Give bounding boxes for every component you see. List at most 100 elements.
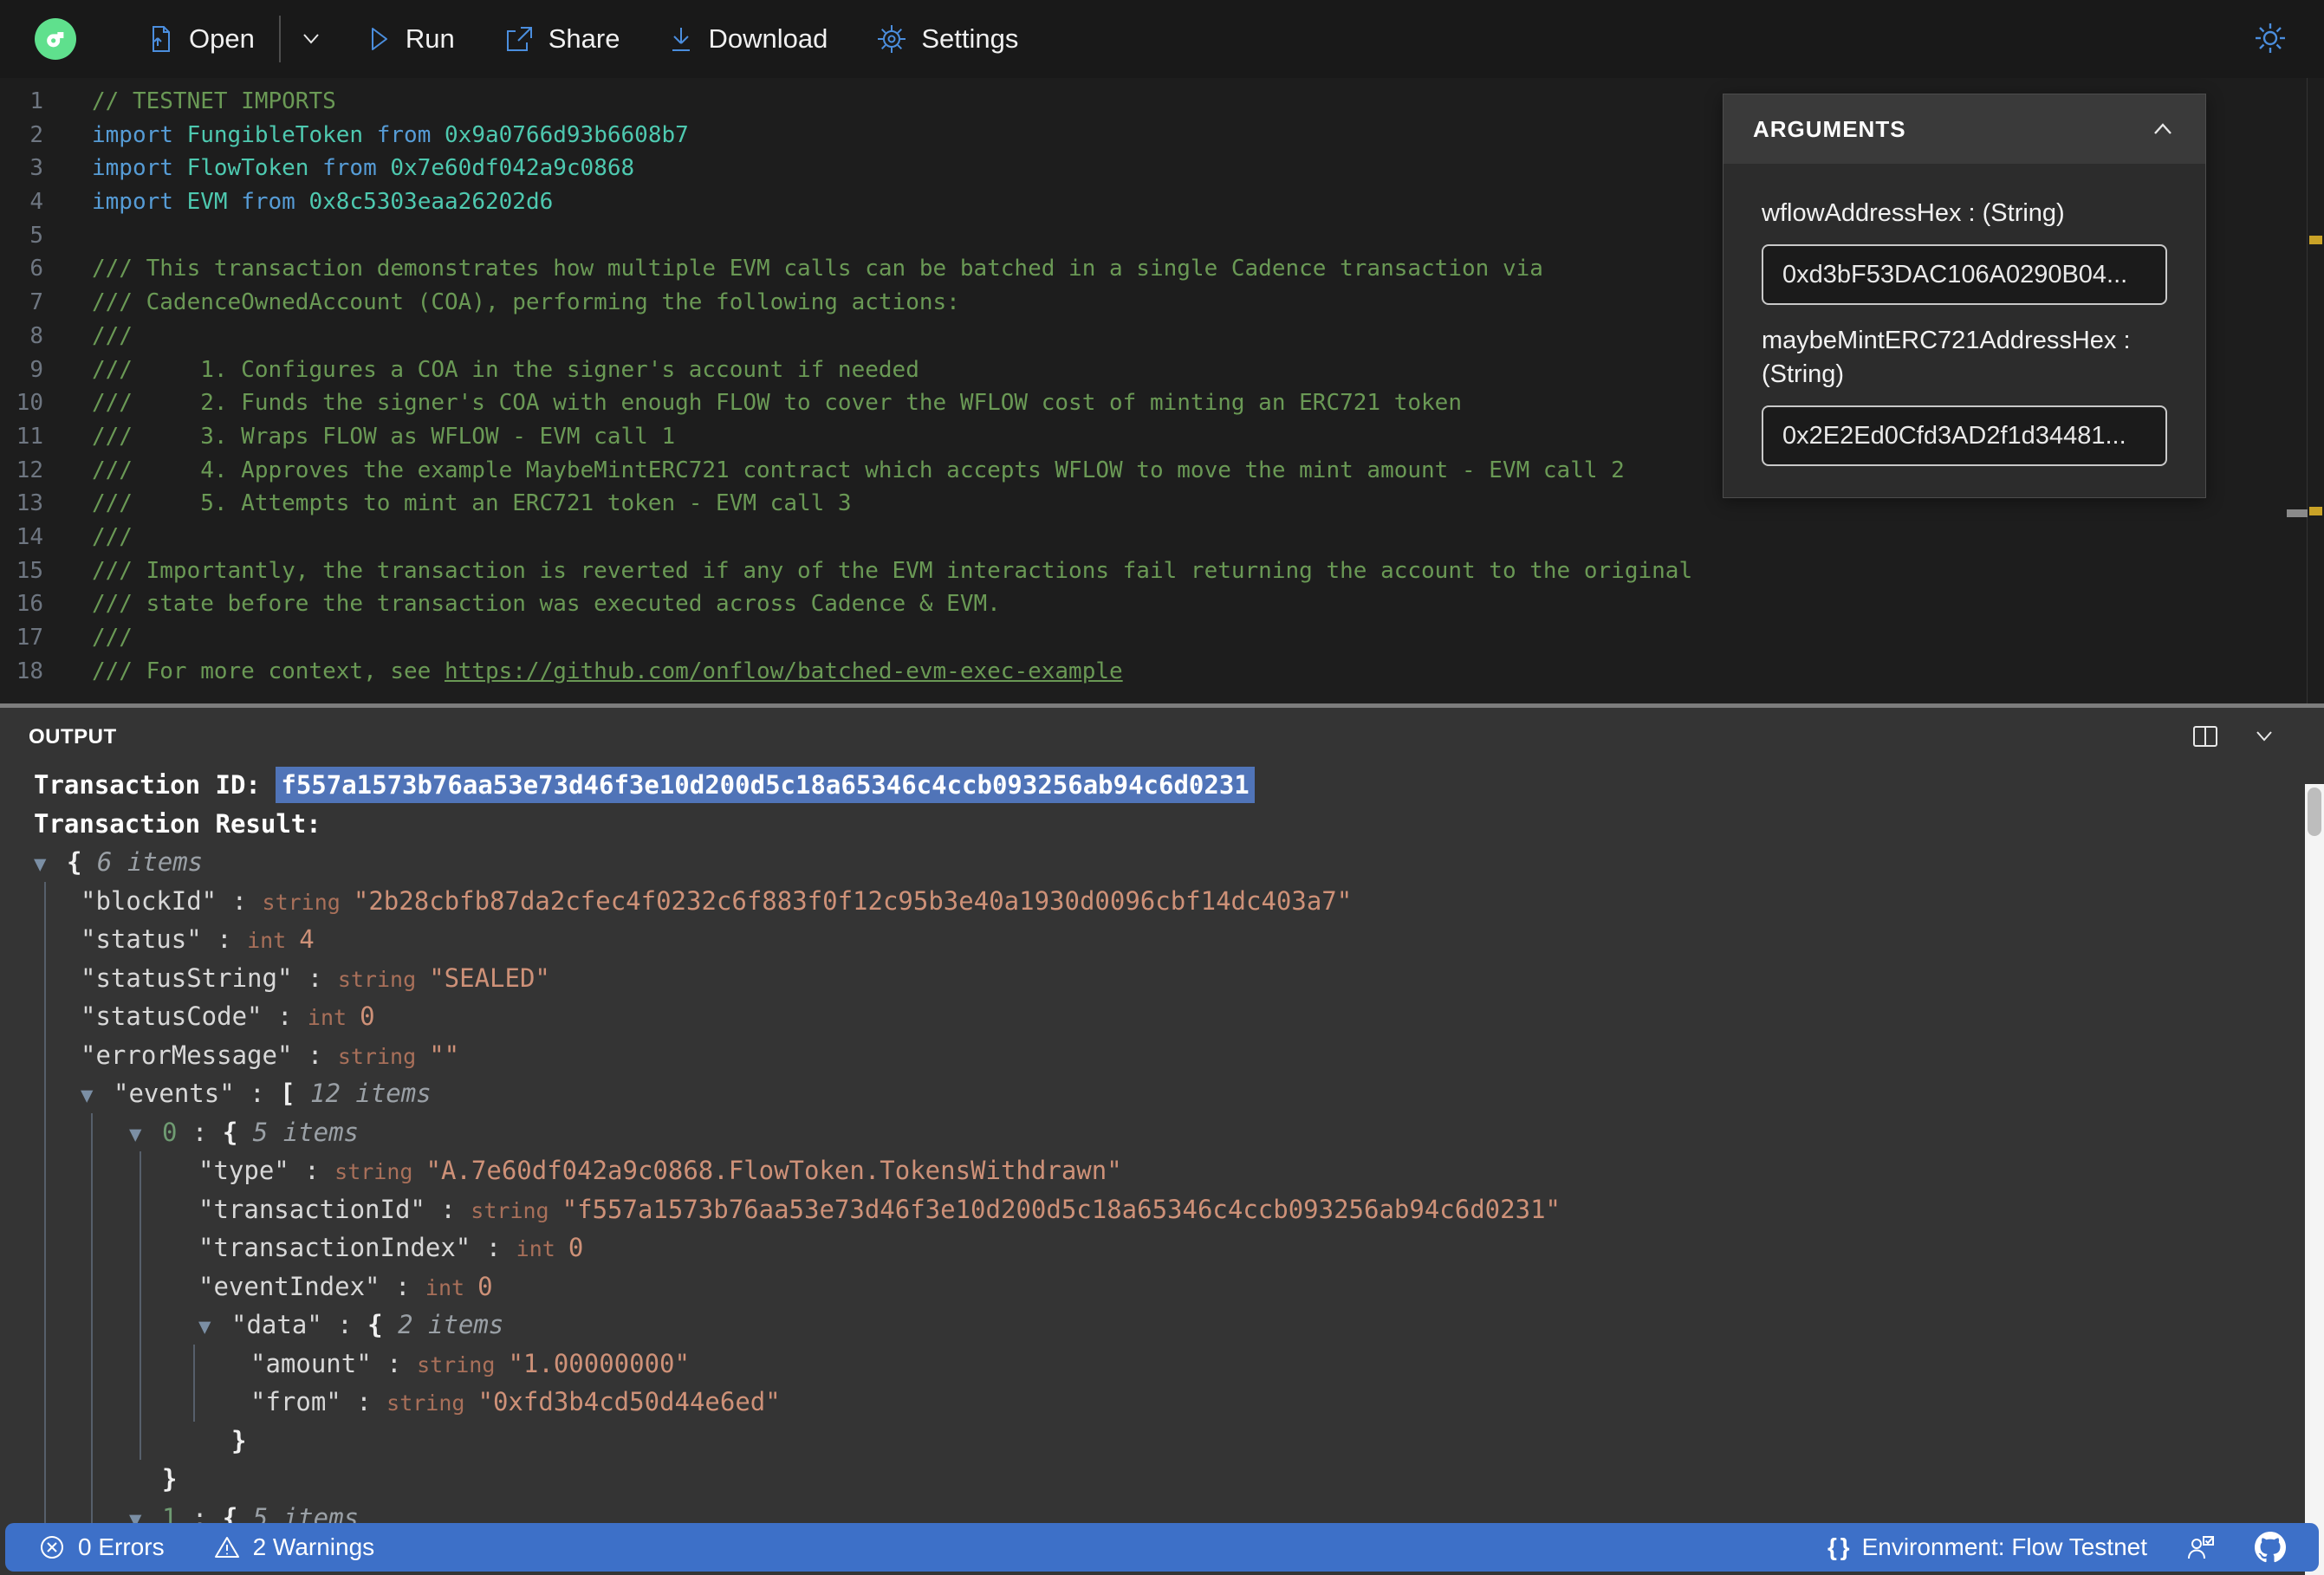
gear-icon (878, 25, 906, 53)
json-bold: Transaction ID: (34, 770, 276, 800)
collapse-output-button[interactable] (2251, 728, 2277, 748)
split-view-button[interactable] (2191, 723, 2220, 752)
json-type: int (307, 1005, 360, 1030)
settings-button[interactable]: Settings (852, 0, 1042, 78)
json-type: string (337, 966, 430, 992)
json-pn: : (341, 1387, 387, 1416)
code-token: 0x8c5303eaa26202d6 (308, 189, 554, 216)
run-button[interactable]: Run (341, 0, 479, 78)
sun-icon (2256, 23, 2285, 53)
line-number: 5 (29, 222, 43, 249)
code-token: EVM (186, 189, 242, 216)
code-token: /// 3. Wraps FLOW as WFLOW - EVM call 1 (92, 423, 676, 450)
output-scrollbar[interactable] (2305, 784, 2324, 1575)
json-brace: [ (280, 1079, 310, 1108)
run-label: Run (405, 23, 455, 54)
code-text: /// 4. Approves the example MaybeMintERC… (92, 454, 1625, 488)
json-brace: { (367, 1310, 399, 1339)
indent-guide (91, 1113, 93, 1523)
argument-input-maybemint[interactable] (1762, 405, 2167, 467)
json-type: int (247, 928, 300, 953)
output-row: "amount" : string "1.00000000" (29, 1345, 2286, 1384)
output-row: "eventIndex" : int 0 (29, 1267, 2286, 1306)
theme-toggle-button[interactable] (2241, 21, 2300, 58)
github-button[interactable] (2255, 1532, 2286, 1563)
json-pn: : (177, 1117, 223, 1147)
code-link[interactable]: https://github.com/onflow/batched-evm-ex… (445, 658, 1123, 684)
json-key: "statusCode" (81, 1001, 263, 1031)
line-number: 14 (16, 523, 43, 550)
line-number: 3 (29, 155, 43, 182)
play-icon (371, 28, 387, 50)
json-pn: : (292, 1040, 338, 1070)
share-icon (506, 27, 532, 51)
code-line: 14 /// (0, 521, 2324, 554)
json-key: "from" (250, 1387, 341, 1416)
json-pn: : (234, 1079, 281, 1108)
error-circle-icon (41, 1536, 63, 1559)
code-token: from (376, 121, 445, 148)
user-feedback-icon (2188, 1536, 2214, 1559)
chevron-up-icon[interactable] (2150, 121, 2176, 137)
errors-indicator[interactable]: 0 Errors (38, 1533, 165, 1561)
json-type: string (334, 1159, 426, 1184)
editor-scrollbar[interactable] (2307, 78, 2324, 703)
toolbar: Open Run Share Download Settings (0, 0, 2324, 78)
code-token: /// 2. Funds the signer's COA with enoug… (92, 390, 1462, 417)
json-pn: : (262, 1001, 308, 1031)
open-dropdown-button[interactable] (281, 0, 341, 78)
code-token: /// This transaction demonstrates how mu… (92, 256, 1543, 282)
arguments-header[interactable]: ARGUMENTS (1724, 94, 2205, 164)
json-str: "0xfd3b4cd50d44e6ed" (477, 1387, 781, 1416)
output-row: "errorMessage" : string "" (29, 1036, 2286, 1075)
output-row: ▼ 0 : { 5 items (29, 1113, 2286, 1152)
code-line: 18 /// For more context, see https://gith… (0, 655, 2324, 689)
code-text: /// 3. Wraps FLOW as WFLOW - EVM call 1 (92, 420, 675, 454)
download-label: Download (708, 23, 828, 54)
code-token: /// (92, 625, 133, 651)
collapse-triangle-icon[interactable]: ▼ (34, 845, 67, 884)
code-token: /// Importantly, the transaction is reve… (92, 557, 1693, 584)
argument-input-wflow[interactable] (1762, 244, 2167, 306)
indent-guide (193, 1345, 195, 1422)
json-brace: { (222, 1117, 253, 1147)
code-token: FlowToken (186, 155, 323, 182)
code-text: /// This transaction demonstrates how mu… (92, 252, 1543, 286)
line-number: 18 (16, 658, 43, 684)
json-str: "A.7e60df042a9c0868.FlowToken.TokensWith… (425, 1156, 1122, 1185)
line-number: 17 (16, 625, 43, 651)
output-scrollbar-thumb[interactable] (2308, 788, 2321, 836)
output-row: "transactionId" : string "f557a1573b76aa… (29, 1190, 2286, 1229)
braces-icon: { } (1827, 1533, 1850, 1560)
indent-guide (44, 882, 46, 1523)
code-text: /// (92, 621, 133, 655)
output-row: "blockId" : string "2b28cbfb87da2cfec4f0… (29, 882, 2286, 921)
collapse-triangle-icon[interactable]: ▼ (129, 1115, 162, 1154)
flow-logo[interactable] (35, 18, 76, 60)
json-key: "statusString" (81, 962, 293, 993)
flow-logo-glyph (47, 32, 64, 48)
feedback-button[interactable] (2185, 1533, 2217, 1562)
download-button[interactable]: Download (644, 0, 852, 78)
line-number: 1 (29, 88, 43, 114)
collapse-triangle-icon[interactable]: ▼ (198, 1307, 231, 1346)
line-number: 9 (29, 356, 43, 383)
json-key: "events" (114, 1079, 235, 1108)
code-token: 0x9a0766d93b6608b7 (445, 121, 689, 148)
open-button[interactable]: Open (121, 0, 279, 78)
errors-label: 0 Errors (78, 1533, 165, 1560)
code-token: // TESTNET IMPORTS (92, 88, 336, 114)
code-text: /// Importantly, the transaction is reve… (92, 554, 1692, 588)
code-text: import FungibleToken from 0x9a0766d93b66… (92, 119, 689, 152)
json-num: 0 (360, 1001, 375, 1031)
code-token: /// 5. Attempts to mint an ERC721 token … (92, 490, 852, 517)
json-pn: : (217, 885, 263, 916)
code-token: /// state before the transaction was exe… (92, 591, 1001, 618)
code-text: /// state before the transaction was exe… (92, 587, 1001, 621)
share-button[interactable]: Share (479, 0, 645, 78)
collapse-triangle-icon[interactable]: ▼ (81, 1076, 114, 1115)
arguments-body: wflowAddressHex : (String) maybeMintERC7… (1724, 164, 2205, 497)
scrollbar-thumb[interactable] (2287, 509, 2308, 517)
environment-indicator[interactable]: { } Environment: Flow Testnet (1827, 1533, 2147, 1561)
warnings-indicator[interactable]: 2 Warnings (213, 1533, 374, 1561)
